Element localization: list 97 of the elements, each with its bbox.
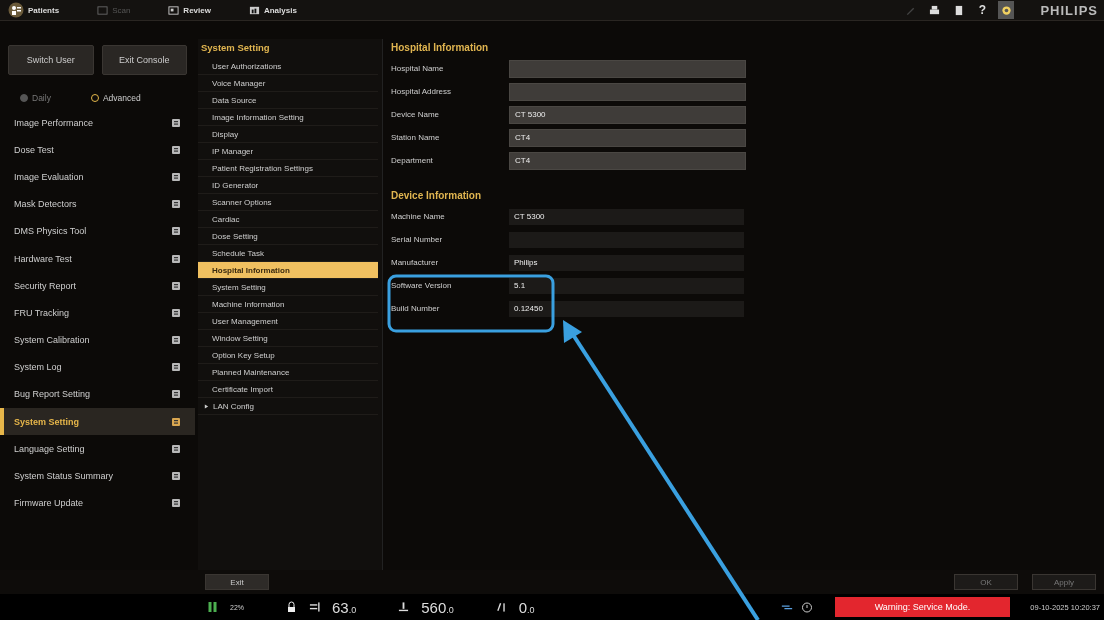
readonly-field: Philips (509, 254, 744, 271)
chart-icon (248, 4, 260, 16)
settings-item[interactable]: ID Generator (198, 177, 378, 194)
settings-item[interactable]: Dose Setting (198, 228, 378, 245)
tool-icon (171, 335, 181, 346)
settings-item[interactable]: Scanner Options (198, 194, 378, 211)
status-reading: 0.0 (518, 598, 535, 616)
sidebar-item[interactable]: Image Evaluation (0, 163, 195, 191)
input-field[interactable]: CT4 (509, 151, 746, 170)
settings-item[interactable]: Data Source (198, 92, 378, 109)
settings-item[interactable]: Patient Registration Settings (198, 160, 378, 177)
sidebar-item[interactable]: DMS Physics Tool (0, 217, 195, 245)
sidebar-item[interactable]: Language Setting (0, 435, 195, 463)
tool-icon (171, 144, 181, 155)
tool-icon (171, 471, 181, 482)
section-title: Device Information (391, 190, 483, 201)
brand-logo: PHILIPS (1040, 2, 1098, 18)
top-tab[interactable]: Analysis (244, 2, 301, 18)
settings-item[interactable]: Option Key Setup (198, 347, 378, 364)
field-label: Hospital Name (391, 64, 445, 73)
section-title: Hospital Information (391, 42, 490, 53)
mode-radio[interactable]: Advanced (90, 93, 141, 103)
readonly-field: 5.1 (509, 277, 744, 294)
patient-icon (8, 2, 24, 18)
console-button[interactable]: Exit Console (101, 45, 187, 75)
tool-icon (171, 280, 181, 291)
sidebar-item[interactable]: Security Report (0, 272, 195, 300)
tool-icon (171, 199, 181, 210)
sidebar-item[interactable]: System Calibration (0, 326, 195, 354)
tool-icon (171, 389, 181, 400)
sidebar-item[interactable]: System Status Summary (0, 462, 195, 490)
tool-icon (171, 117, 181, 128)
sidebar-item[interactable]: System Setting (0, 408, 195, 436)
console-button[interactable]: Switch User (8, 45, 94, 75)
sidebar-item[interactable]: Mask Detectors (0, 190, 195, 218)
field-label: Serial Number (391, 235, 444, 244)
settings-item[interactable]: LAN Config (198, 398, 378, 415)
field-label: Manufacturer (391, 258, 440, 267)
tool-icon (171, 362, 181, 373)
readonly-field: 0.12450 (509, 300, 744, 317)
exit-button[interactable]: Exit (205, 574, 269, 590)
settings-item[interactable]: User Authorizations (198, 58, 378, 75)
input-field[interactable] (509, 82, 746, 101)
expand-icon (204, 403, 209, 409)
sidebar-item[interactable]: FRU Tracking (0, 299, 195, 327)
field-label: Hospital Address (391, 87, 453, 96)
input-field[interactable]: CT4 (509, 128, 746, 147)
lock-icon (286, 601, 297, 613)
field-label: Build Number (391, 304, 441, 313)
settings-item[interactable]: Hospital Information (198, 262, 378, 279)
readonly-field: CT 5300 (509, 208, 744, 225)
settings-item[interactable]: Image Information Setting (198, 109, 378, 126)
settings-item[interactable]: IP Manager (198, 143, 378, 160)
timer-icon (800, 601, 813, 613)
settings-item[interactable]: System Setting (198, 279, 378, 296)
sidebar-item[interactable]: Bug Report Setting (0, 380, 195, 409)
settings-item[interactable]: Cardiac (198, 211, 378, 228)
input-field[interactable]: CT 5300 (509, 105, 746, 124)
top-tab[interactable]: Patients (4, 0, 64, 20)
settings-item[interactable]: Window Setting (198, 330, 378, 347)
tool-icon (171, 498, 181, 509)
printer-icon (928, 4, 940, 16)
scan-icon (97, 4, 109, 16)
tool-icon (171, 416, 181, 427)
status-reading: 560.0 (421, 598, 454, 616)
tool-icon (171, 171, 181, 182)
input-field[interactable] (509, 59, 746, 78)
top-tab[interactable]: Review (164, 2, 215, 18)
battery-icon (207, 601, 218, 613)
settings-item[interactable]: Certificate Import (198, 381, 378, 398)
field-label: Department (391, 156, 434, 165)
panel-title: System Setting (200, 42, 271, 55)
mode-radio[interactable]: Daily (20, 93, 51, 103)
sidebar-item[interactable]: Hardware Test (0, 244, 195, 273)
tool-icon (171, 307, 181, 318)
field-label: Station Name (391, 133, 441, 142)
sidebar-item[interactable]: Image Performance (0, 109, 195, 137)
sidebar-item[interactable]: Dose Test (0, 136, 195, 164)
settings-item[interactable]: Display (198, 126, 378, 143)
settings-item[interactable]: Planned Maintenance (198, 364, 378, 381)
status-reading: 63.0 (332, 598, 357, 616)
field-label: Machine Name (391, 212, 446, 221)
help-button[interactable]: ? (974, 1, 991, 19)
settings-item[interactable]: Voice Manager (198, 75, 378, 92)
tool-icon (171, 253, 181, 264)
field-label: Device Name (391, 110, 440, 119)
tool-icon (171, 226, 181, 237)
sidebar-item[interactable]: System Log (0, 353, 195, 381)
sidebar-item[interactable]: Firmware Update (0, 489, 195, 517)
field-label: Software Version (391, 281, 453, 290)
tool-icon (171, 443, 181, 454)
monitor-icon (168, 4, 180, 16)
warning-banner: Warning: Service Mode. (834, 597, 1011, 617)
settings-icon (1000, 4, 1012, 16)
settings-item[interactable]: User Management (198, 313, 378, 330)
gear-button[interactable] (998, 1, 1015, 19)
settings-item[interactable]: Machine Information (198, 296, 378, 313)
